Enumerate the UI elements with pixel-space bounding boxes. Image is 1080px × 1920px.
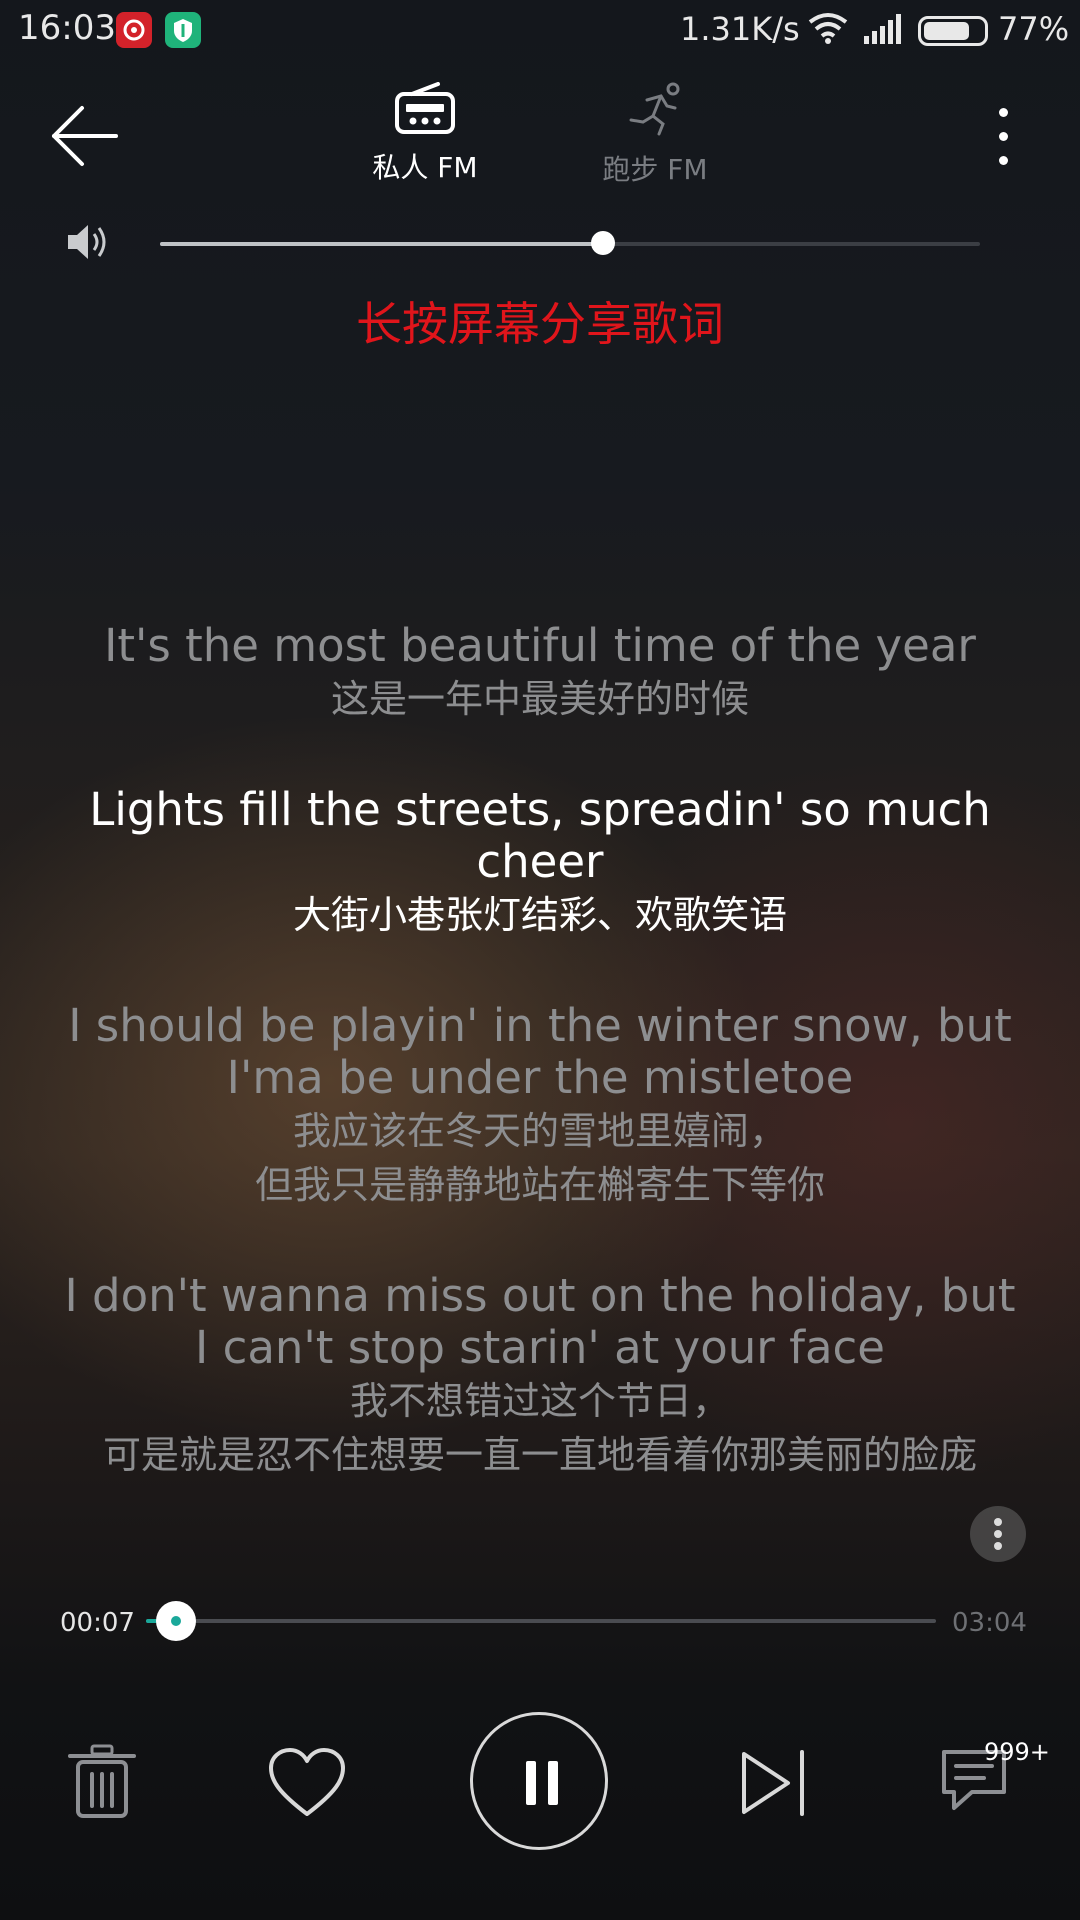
lyric-translation: 我不想错过这个节日， 可是就是忍不住想要一直一直地看着你那美丽的脸庞 — [102, 1379, 977, 1477]
network-speed: 1.31K/s — [680, 10, 800, 48]
battery-fill — [924, 22, 969, 40]
wifi-icon — [808, 12, 848, 48]
lyric-original: I don't wanna miss out on the holiday, b… — [64, 1269, 1016, 1374]
heart-icon — [269, 1748, 345, 1816]
battery-icon — [918, 16, 988, 46]
lyric-line[interactable]: Lights fill the streets, spreadin' so mu… — [60, 784, 1020, 942]
progress-thumb[interactable] — [156, 1601, 197, 1641]
total-time: 03:04 — [952, 1608, 1027, 1638]
status-bar: 16:03 1.31K/s 77% — [0, 0, 1080, 62]
volume-icon[interactable] — [66, 222, 110, 266]
cell-signal-icon — [864, 14, 906, 48]
pause-button[interactable] — [470, 1712, 608, 1850]
arrow-left-icon — [52, 106, 118, 166]
next-track-button[interactable] — [738, 1748, 808, 1822]
status-time: 16:03 — [18, 8, 116, 48]
tab-private-fm[interactable]: 私人 FM — [360, 82, 490, 186]
lyric-original: Lights fill the streets, spreadin' so mu… — [89, 783, 991, 888]
lyric-line[interactable]: I should be playin' in the winter snow, … — [60, 1000, 1020, 1212]
trash-icon — [68, 1744, 136, 1818]
back-button[interactable] — [50, 104, 120, 168]
netease-music-notification-icon — [116, 12, 152, 48]
security-shield-notification-icon — [165, 12, 201, 48]
radio-icon — [395, 82, 455, 134]
share-lyrics-hint: 长按屏幕分享歌词 — [356, 297, 724, 351]
running-icon — [629, 82, 680, 136]
lyric-original: I should be playin' in the winter snow, … — [68, 999, 1012, 1104]
tab-running-fm[interactable]: 跑步 FM — [580, 82, 730, 188]
lyric-line[interactable]: It's the most beautiful time of the year… — [60, 620, 1020, 726]
current-time: 00:07 — [60, 1608, 135, 1638]
skip-next-icon — [742, 1750, 804, 1816]
comment-count-badge: 999+ — [984, 1738, 1050, 1766]
lyrics-panel[interactable]: It's the most beautiful time of the year… — [60, 620, 1020, 1540]
dislike-trash-button[interactable] — [66, 1744, 138, 1824]
tab-label: 私人 FM — [372, 151, 478, 184]
volume-slider-fill — [160, 242, 603, 246]
more-options-button[interactable] — [992, 106, 1016, 170]
like-button[interactable] — [268, 1748, 346, 1822]
tab-label: 跑步 FM — [602, 153, 708, 186]
lyric-line[interactable]: I don't wanna miss out on the holiday, b… — [60, 1270, 1020, 1482]
lyric-translation: 这是一年中最美好的时候 — [330, 677, 749, 721]
lyric-translation: 我应该在冬天的雪地里嬉闹， 但我只是静静地站在槲寄生下等你 — [254, 1109, 825, 1207]
lyric-more-button[interactable] — [970, 1506, 1026, 1562]
battery-percent: 77% — [998, 10, 1070, 48]
lyric-translation: 大街小巷张灯结彩、欢歌笑语 — [292, 893, 787, 937]
progress-track[interactable] — [146, 1619, 936, 1623]
lyric-original: It's the most beautiful time of the year — [104, 619, 976, 672]
volume-slider-thumb[interactable] — [590, 231, 615, 255]
